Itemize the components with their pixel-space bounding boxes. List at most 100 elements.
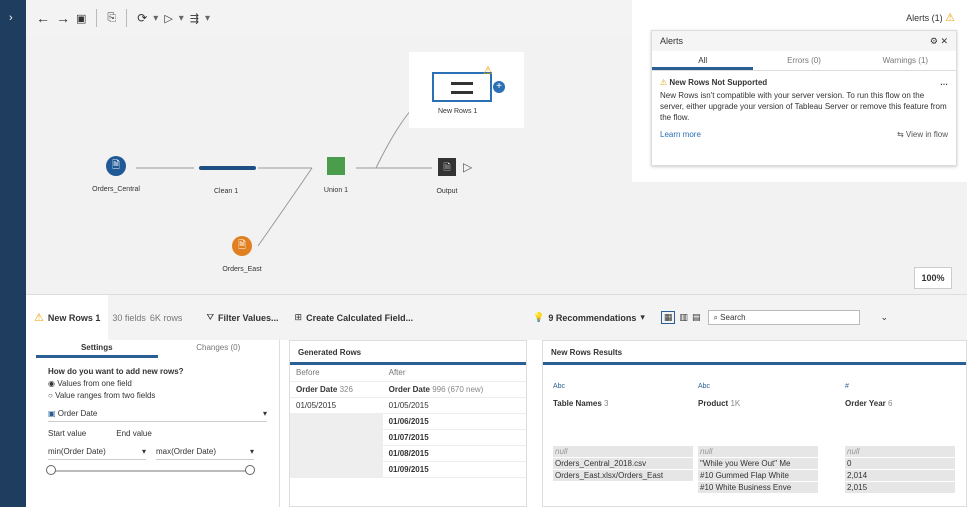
- recommendations-button[interactable]: 💡 9 Recommendations ▾: [533, 312, 645, 323]
- profile-view-icon[interactable]: ▦: [660, 311, 676, 324]
- before-header: Before: [290, 365, 383, 382]
- tab-settings[interactable]: Settings: [36, 340, 158, 358]
- range-slider[interactable]: [46, 465, 255, 475]
- step-name-highlight: ⚠ New Rows 1: [26, 294, 109, 341]
- view-toggles[interactable]: ▦ ▥ ▤: [660, 311, 701, 324]
- collapse-icon[interactable]: ⌄: [880, 312, 888, 323]
- results-title: New Rows Results: [543, 341, 966, 365]
- cell: 01/08/2015: [382, 445, 526, 462]
- table-row: 01/09/2015: [290, 461, 526, 478]
- close-icon[interactable]: ✕: [940, 36, 948, 46]
- cell: 01/09/2015: [382, 461, 526, 478]
- list-view-icon[interactable]: ▥: [679, 312, 688, 323]
- cell: 01/05/2015: [290, 397, 383, 414]
- alerts-panel: Alerts ⚙ ✕ All Errors (0) Warnings (1) ⚠ Ne…: [651, 30, 957, 166]
- divider: [126, 9, 128, 27]
- value: null: [553, 446, 693, 457]
- left-sidebar: ›: [0, 0, 26, 507]
- type-icon: #: [845, 383, 849, 390]
- option-one-field[interactable]: ◉ Values from one field: [48, 378, 267, 390]
- tab-warnings[interactable]: Warnings (1): [855, 51, 956, 70]
- zoom-level[interactable]: 100%: [914, 267, 952, 289]
- chevron-down-icon: ▾: [141, 447, 146, 456]
- node-label: Union 1: [323, 187, 349, 194]
- back-icon[interactable]: ←: [36, 10, 50, 26]
- node-label: Output: [436, 188, 458, 195]
- learn-more-link[interactable]: Learn more: [660, 129, 701, 140]
- search-placeholder: Search: [720, 313, 746, 322]
- alerts-button-label: Alerts (1): [906, 13, 943, 23]
- calc-label: Create Calculated Field...: [306, 312, 414, 323]
- profile-toolbar: ⚠ New Rows 1 30 fields 6K rows ⛛ Filter Val…: [26, 294, 967, 341]
- type-icon: Abc: [698, 383, 711, 390]
- dropdown-icon[interactable]: ▾: [205, 13, 210, 24]
- run-output-icon[interactable]: ▷: [463, 160, 472, 174]
- search-input[interactable]: ⌕ Search: [708, 310, 861, 325]
- create-calculated-field-button[interactable]: ⊞ Create Calculated Field...: [295, 312, 414, 323]
- start-value: min(Order Date): [48, 447, 106, 456]
- value: Orders_Central_2018.csv: [553, 458, 693, 469]
- chevron-right-icon[interactable]: ›: [9, 12, 13, 24]
- value: null: [698, 446, 818, 457]
- after-header: After: [382, 365, 526, 382]
- forward-icon[interactable]: →: [56, 10, 70, 26]
- union-icon: [327, 157, 345, 175]
- save-icon[interactable]: ▣: [76, 12, 86, 25]
- column-name: Order Date: [296, 384, 338, 394]
- view-in-flow-link[interactable]: ⇆ View in flow: [897, 129, 948, 140]
- field-select[interactable]: ▣ Order Date ▾: [48, 408, 267, 422]
- chevron-down-icon: ▾: [262, 409, 267, 418]
- lightbulb-icon: 💡: [533, 312, 545, 322]
- option-two-fields[interactable]: ○ Value ranges from two fields: [48, 390, 267, 402]
- row-count: 6K rows: [149, 312, 183, 323]
- results-column[interactable]: # Order Year 6 null 0 2,014 2,015: [845, 381, 955, 493]
- refresh-icon[interactable]: ⟳: [137, 11, 147, 25]
- cell: [290, 429, 383, 446]
- file-icon: 🗎: [232, 236, 252, 256]
- dropdown-icon[interactable]: ▾: [179, 13, 184, 24]
- results-column[interactable]: Abc Table Names 3 null Orders_Central_2018.…: [553, 381, 693, 481]
- new-rows-icon: [451, 82, 473, 94]
- union-node[interactable]: Union 1: [311, 157, 361, 194]
- results-column[interactable]: Abc Product 1K null "While you Were Out" Me…: [698, 381, 818, 493]
- cell: [290, 461, 383, 478]
- slider-handle[interactable]: [46, 465, 56, 475]
- table-row: 01/05/2015 01/05/2015: [290, 397, 526, 414]
- orders-central-node[interactable]: 🗎 Orders_Central: [86, 156, 146, 193]
- node-label: Orders_East: [222, 266, 262, 273]
- type-icon: Abc: [553, 383, 566, 390]
- add-step-icon[interactable]: ⇶: [190, 12, 199, 25]
- table-row: 01/07/2015: [290, 429, 526, 446]
- add-step-icon[interactable]: +: [493, 81, 505, 93]
- run-icon[interactable]: ▷: [164, 12, 172, 25]
- start-value-select[interactable]: min(Order Date) ▾: [48, 446, 146, 460]
- column-count: 996 (670 new): [432, 384, 484, 394]
- radio-icon: ○: [48, 391, 53, 400]
- dropdown-icon[interactable]: ▾: [153, 13, 158, 24]
- generated-rows-panel: Generated Rows Before After Order Date 32…: [289, 340, 527, 507]
- output-icon: 🗎: [438, 158, 456, 176]
- end-value-select[interactable]: max(Order Date) ▾: [156, 446, 254, 460]
- end-label: End value: [116, 429, 152, 438]
- tab-all[interactable]: All: [652, 51, 754, 70]
- chevron-down-icon: ▾: [249, 447, 254, 456]
- cell: 01/06/2015: [382, 413, 526, 430]
- value: "While you Were Out" Me: [698, 458, 818, 469]
- alerts-button[interactable]: Alerts (1) ⚠: [906, 11, 955, 24]
- column-name: Order Date: [388, 384, 430, 394]
- clean-node-label: Clean 1: [214, 188, 239, 195]
- slider-handle[interactable]: [245, 465, 255, 475]
- generated-rows-table: Before After Order Date 326 Order Date 996…: [290, 365, 526, 478]
- more-icon[interactable]: …: [940, 77, 948, 88]
- recs-label: 9 Recommendations: [548, 312, 637, 323]
- settings-question: How do you want to add new rows?: [48, 367, 184, 376]
- orders-east-node[interactable]: 🗎 Orders_East: [212, 236, 272, 273]
- tab-changes[interactable]: Changes (0): [158, 340, 280, 358]
- column-name: Table Names: [553, 399, 602, 408]
- gear-icon[interactable]: ⚙: [930, 36, 938, 46]
- grid-view-icon[interactable]: ▤: [692, 312, 701, 323]
- filter-values-button[interactable]: ⛛ Filter Values...: [206, 312, 278, 323]
- value: Orders_East.xlsx/Orders_East: [553, 470, 693, 481]
- tab-errors[interactable]: Errors (0): [753, 51, 854, 70]
- page-icon[interactable]: ⎘: [107, 12, 116, 25]
